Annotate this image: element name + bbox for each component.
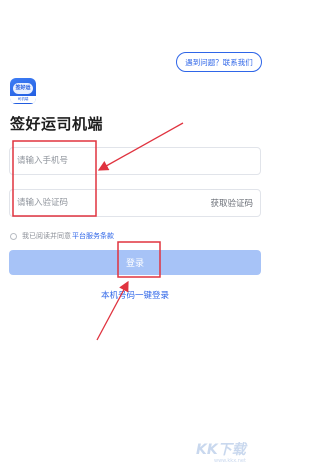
terms-link[interactable]: 平台服务条款 xyxy=(72,231,114,241)
verification-code-field: 获取验证码 xyxy=(9,189,261,217)
watermark: KK下载 www.kkx.net xyxy=(196,437,268,467)
agreement-checkbox[interactable] xyxy=(10,232,17,240)
logo-text: 签好运 xyxy=(13,83,33,94)
contact-us-label: 遇到问题？联系我们 xyxy=(185,57,253,67)
logo-subtext: 司机端 xyxy=(10,96,36,103)
phone-field xyxy=(9,147,261,175)
agreement-row: 我已阅读并同意 平台服务条款 xyxy=(10,231,114,241)
agreement-prefix: 我已阅读并同意 xyxy=(22,232,71,240)
login-label: 登录 xyxy=(125,259,144,269)
login-button[interactable]: 登录 xyxy=(9,250,261,275)
app-title: 签好运司机端 xyxy=(10,115,104,133)
watermark-url: www.kkx.net xyxy=(214,458,246,464)
contact-us-button[interactable]: 遇到问题？联系我们 xyxy=(176,52,262,72)
app-logo: 签好运 司机端 xyxy=(10,78,36,104)
verification-code-input[interactable] xyxy=(17,190,187,216)
one-key-login-link[interactable]: 本机号码一键登录 xyxy=(0,289,270,301)
get-code-button[interactable]: 获取验证码 xyxy=(210,190,253,216)
phone-input[interactable] xyxy=(17,148,187,174)
watermark-text: KK下载 xyxy=(196,442,246,458)
